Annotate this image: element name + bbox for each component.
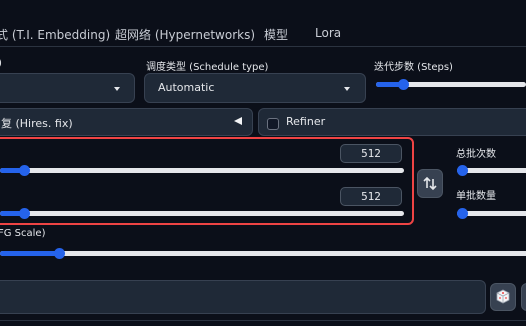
seed-input[interactable] — [0, 280, 486, 314]
hires-fix-accordion[interactable]: 复 (Hires. fix) — [0, 108, 253, 136]
sampler-dropdown[interactable] — [0, 73, 135, 103]
swap-dimensions-button[interactable] — [417, 169, 443, 198]
batch-count-label: 总批次数 — [456, 149, 496, 160]
refiner-checkbox[interactable] — [267, 118, 279, 130]
batch-size-slider-thumb[interactable] — [457, 208, 468, 219]
swap-dimensions-icon — [423, 176, 437, 191]
schedule-label: 调度类型 (Schedule type) — [146, 62, 269, 73]
bottom-divider — [0, 320, 526, 321]
tab-divider — [0, 46, 526, 47]
refiner-label: Refiner — [286, 115, 326, 128]
cfg-scale-slider-fill — [0, 251, 59, 256]
cfg-scale-slider-thumb[interactable] — [54, 248, 65, 259]
sampler-label: ) — [0, 58, 2, 69]
steps-slider-thumb[interactable] — [398, 79, 409, 90]
collapse-triangle-icon — [234, 117, 242, 125]
steps-slider[interactable] — [376, 79, 526, 90]
dimensions-highlight-box — [0, 137, 414, 225]
random-seed-button[interactable] — [490, 283, 516, 311]
schedule-dropdown[interactable]: Automatic — [144, 73, 366, 103]
tab-lora[interactable]: Lora — [315, 26, 341, 40]
schedule-value: Automatic — [158, 81, 215, 94]
tab-checkpoints[interactable]: 模型 — [264, 26, 288, 43]
tab-hypernetworks[interactable]: 超网络 (Hypernetworks) — [115, 26, 255, 43]
refiner-accordion[interactable]: Refiner — [258, 108, 526, 136]
chevron-down-icon — [344, 87, 350, 91]
batch-count-slider[interactable] — [457, 165, 526, 176]
batch-size-label: 单批数量 — [456, 191, 496, 202]
tab-embedding[interactable]: 式 (T.I. Embedding) — [0, 26, 110, 43]
cfg-scale-label: FG Scale) — [0, 228, 46, 239]
steps-label: 迭代步数 (Steps) — [374, 62, 453, 73]
cfg-scale-slider[interactable] — [0, 248, 526, 259]
hires-fix-label: 复 (Hires. fix) — [1, 117, 73, 130]
chevron-down-icon — [114, 87, 120, 91]
batch-count-slider-thumb[interactable] — [457, 165, 468, 176]
dice-icon — [496, 289, 510, 304]
reuse-seed-button[interactable] — [521, 283, 526, 311]
batch-size-slider[interactable] — [457, 208, 526, 219]
